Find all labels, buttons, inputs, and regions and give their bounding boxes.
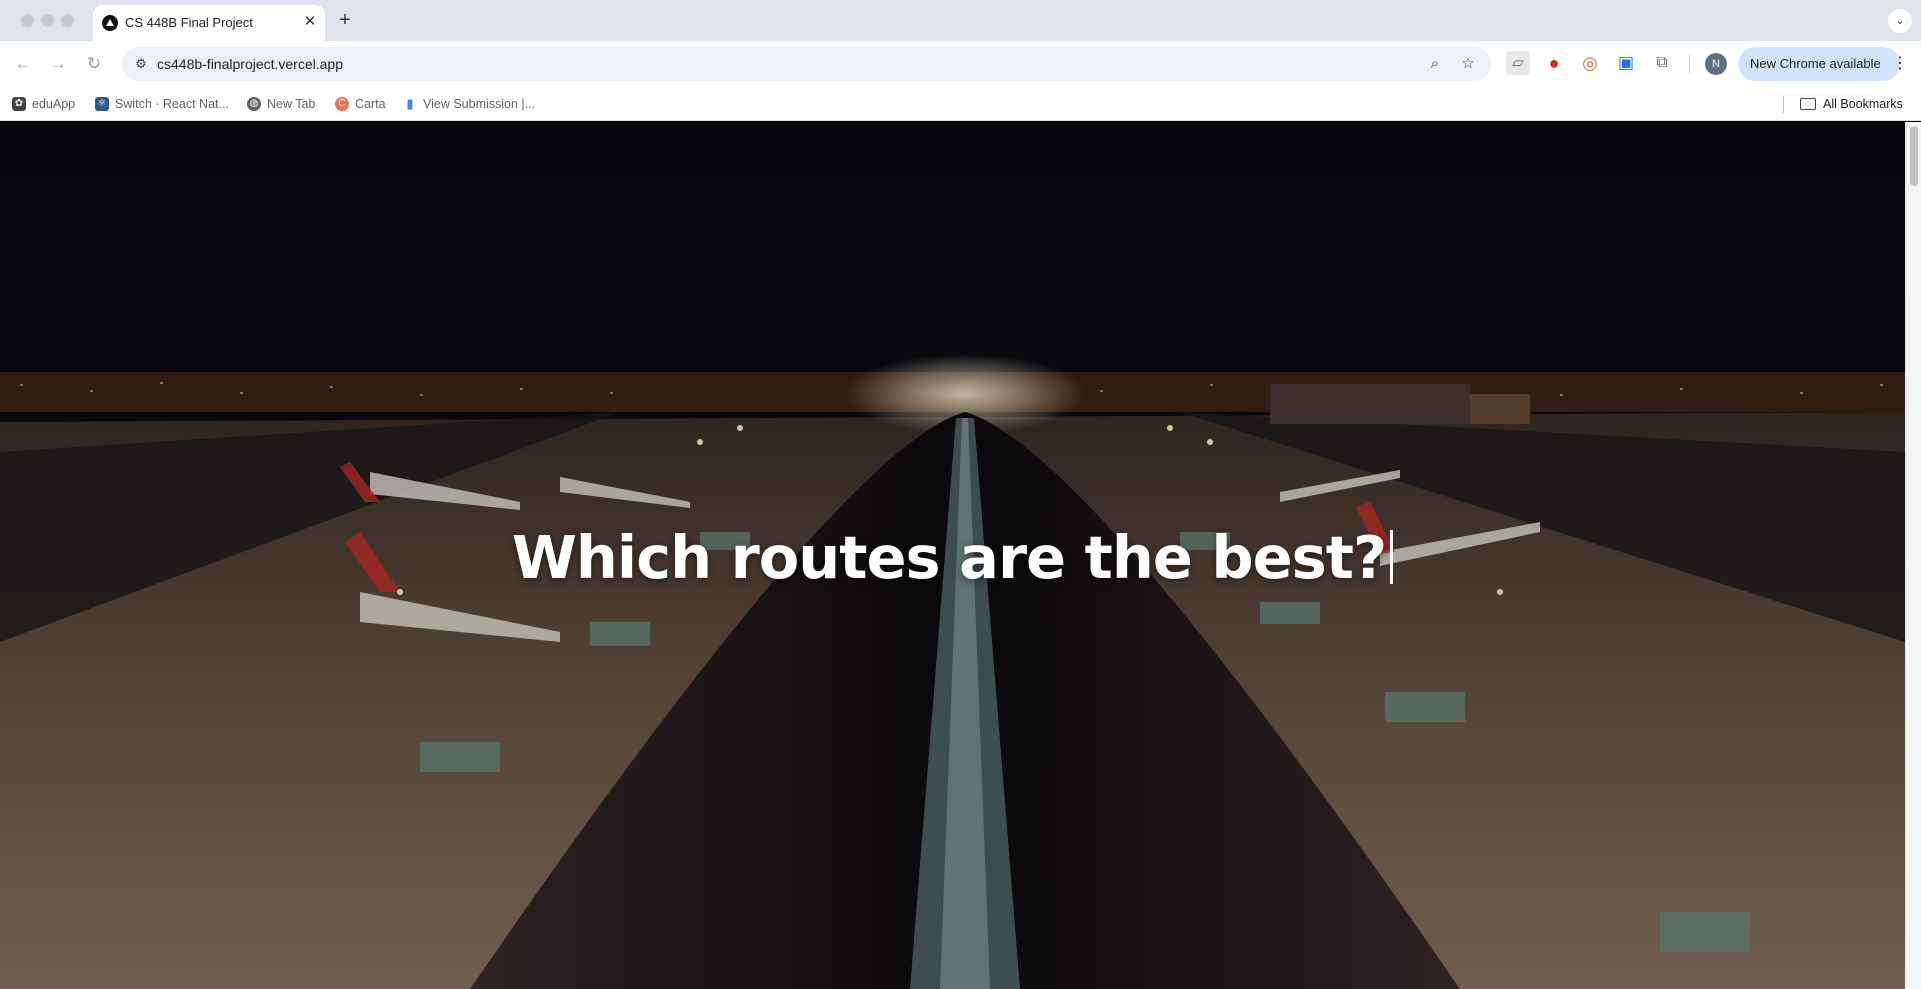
reload-button[interactable]: ↻	[81, 51, 107, 77]
globe-icon: ◍	[247, 97, 261, 111]
bookmark-star-icon[interactable]: ☆	[1458, 54, 1478, 74]
bookmark-new-tab[interactable]: ◍ New Tab	[247, 93, 315, 115]
extension-screenshot-icon[interactable]: ▣	[1614, 51, 1638, 75]
forward-button[interactable]: →	[45, 51, 71, 77]
scrollbar-thumb[interactable]	[1910, 126, 1918, 186]
tab-close-icon[interactable]: ✕	[300, 12, 320, 32]
extensions-puzzle-icon[interactable]: ⧉	[1650, 51, 1674, 75]
bookmark-eduapp[interactable]: ✿ eduApp	[12, 93, 75, 115]
bar-chart-icon: ▮	[406, 96, 414, 111]
all-bookmarks-label: All Bookmarks	[1823, 97, 1903, 111]
extension-notes-icon[interactable]: ▱	[1506, 51, 1530, 75]
vercel-favicon-icon	[102, 15, 118, 31]
bookmark-switch-react-native[interactable]: ⚛ Switch · React Nat...	[95, 93, 229, 115]
kebab-menu-icon[interactable]: ⋮	[1892, 55, 1908, 73]
back-button[interactable]: ←	[10, 51, 36, 77]
all-bookmarks-button[interactable]: All Bookmarks	[1800, 93, 1903, 115]
tab-search-button[interactable]: ⌄	[1888, 9, 1912, 33]
address-bar[interactable]: ⚙ cs448b-finalproject.vercel.app ⌕ ☆	[122, 47, 1491, 81]
bookmark-label: View Submission |...	[423, 97, 536, 111]
tab-strip: CS 448B Final Project ✕ + ⌄	[0, 0, 1921, 41]
carta-icon: C	[335, 97, 349, 111]
hero-section: Which routes are the best?	[0, 122, 1905, 989]
update-chip-label: New Chrome available	[1750, 56, 1881, 71]
bookmark-label: Carta	[355, 97, 386, 111]
folder-icon	[1800, 98, 1816, 110]
typing-caret	[1390, 530, 1394, 584]
page-scrollbar[interactable]	[1905, 122, 1921, 989]
url-text[interactable]: cs448b-finalproject.vercel.app	[157, 56, 343, 72]
hero-heading: Which routes are the best?	[0, 523, 1905, 592]
new-chrome-available-button[interactable]: New Chrome available ⋮	[1738, 47, 1908, 81]
bookmark-carta[interactable]: C Carta	[335, 93, 386, 115]
profile-avatar[interactable]: N	[1705, 53, 1727, 75]
bookmarks-bar: ✿ eduApp ⚛ Switch · React Nat... ◍ New T…	[0, 87, 1921, 121]
tab-title: CS 448B Final Project	[125, 15, 253, 30]
zoom-icon[interactable]: ⌕	[1425, 54, 1445, 74]
bookmark-label: Switch · React Nat...	[115, 97, 229, 111]
hero-heading-text: Which routes are the best?	[511, 523, 1387, 592]
extension-opera-icon[interactable]: ●	[1542, 51, 1566, 75]
toolbar-divider	[1689, 54, 1690, 74]
browser-toolbar: ← → ↻ ⚙ cs448b-finalproject.vercel.app ⌕…	[0, 41, 1921, 87]
bookmarks-divider	[1783, 96, 1784, 113]
react-icon: ⚛	[95, 97, 109, 111]
bookmark-label: New Tab	[267, 97, 316, 111]
new-tab-button[interactable]: +	[333, 8, 357, 32]
site-info-icon[interactable]: ⚙	[132, 55, 150, 73]
maximize-window-icon[interactable]	[61, 14, 74, 27]
bookmark-view-submission[interactable]: ▮ View Submission |...	[403, 93, 535, 115]
minimize-window-icon[interactable]	[41, 14, 54, 27]
close-window-icon[interactable]	[21, 14, 34, 27]
extension-colorful-ring-icon[interactable]: ◎	[1578, 51, 1602, 75]
page-viewport: Which routes are the best?	[0, 122, 1905, 989]
eduapp-icon: ✿	[12, 97, 26, 111]
bookmark-label: eduApp	[32, 97, 76, 111]
active-tab[interactable]: CS 448B Final Project ✕	[93, 5, 325, 41]
